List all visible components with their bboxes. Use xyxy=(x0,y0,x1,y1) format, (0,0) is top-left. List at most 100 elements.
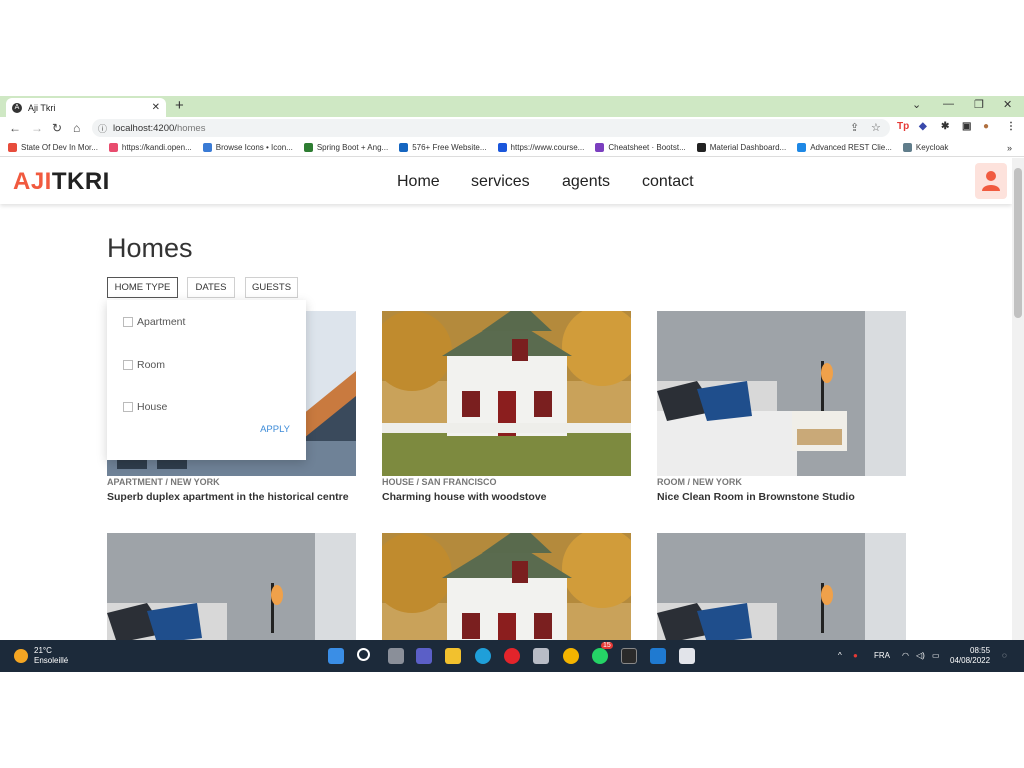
browser-tab[interactable]: A Aji Tkri ✕ xyxy=(6,98,166,117)
bookmark-item[interactable]: Browse Icons • Icon... xyxy=(202,143,293,152)
angular-icon: A xyxy=(12,102,22,113)
bookmark-item[interactable]: Material Dashboard... xyxy=(696,143,786,152)
option-room[interactable]: Room xyxy=(123,359,165,371)
listing-title[interactable]: Superb duplex apartment in the historica… xyxy=(107,491,349,503)
bookmark-label: State Of Dev In Mor... xyxy=(21,143,98,152)
bookmark-label: Keycloak xyxy=(915,143,949,152)
whatsapp-icon[interactable] xyxy=(592,648,608,664)
guests-filter-button[interactable]: GUESTS xyxy=(245,277,298,298)
teams-chat-icon[interactable] xyxy=(416,648,432,664)
listing-image[interactable] xyxy=(382,533,631,640)
bookmark-item[interactable]: https://kandi.open... xyxy=(108,143,192,152)
nav-agents[interactable]: agents xyxy=(562,173,610,191)
page-title: Homes xyxy=(107,233,193,263)
dates-filter-button[interactable]: DATES xyxy=(187,277,235,298)
task-view-icon[interactable] xyxy=(388,648,404,664)
option-apartment[interactable]: Apartment xyxy=(123,316,185,328)
listing-image[interactable] xyxy=(657,533,906,640)
listing-image[interactable] xyxy=(657,311,906,476)
bookmark-favicon-icon xyxy=(797,143,807,152)
url-path: homes xyxy=(176,122,206,134)
bookmark-favicon-icon xyxy=(303,143,313,152)
listing-image[interactable] xyxy=(107,533,356,640)
tray-app-icon[interactable]: ● xyxy=(853,651,858,660)
home-type-filter-button[interactable]: HOME TYPE xyxy=(107,277,178,298)
listing-title[interactable]: Charming house with woodstove xyxy=(382,491,547,503)
app-icon[interactable] xyxy=(533,648,549,664)
sun-icon xyxy=(14,649,28,663)
bookmark-label: Browse Icons • Icon... xyxy=(215,143,293,152)
url-input[interactable]: ⓘ localhost:4200/homes xyxy=(92,119,890,137)
bookmark-favicon-icon xyxy=(108,143,118,152)
option-house[interactable]: House xyxy=(123,401,167,413)
notifications-icon[interactable]: ◌ xyxy=(1002,651,1007,660)
site-info-icon[interactable]: ⓘ xyxy=(98,122,107,135)
bookmark-favicon-icon xyxy=(399,143,409,152)
nav-contact[interactable]: contact xyxy=(642,173,694,191)
chrome-icon[interactable] xyxy=(563,648,579,664)
tab-search-icon[interactable]: ⌄ xyxy=(912,98,921,111)
language-indicator[interactable]: FRA xyxy=(874,651,890,660)
reload-icon[interactable]: ↻ xyxy=(52,121,62,135)
temperature: 21°C xyxy=(34,646,52,655)
vscode-icon[interactable] xyxy=(650,648,666,664)
close-window-icon[interactable]: ✕ xyxy=(1003,98,1012,111)
volume-icon[interactable]: ◁) xyxy=(916,651,925,660)
edge-icon[interactable] xyxy=(475,648,491,664)
extensions-puzzle-icon[interactable]: ✱ xyxy=(941,121,949,132)
listing-meta: HOUSE / SAN FRANCISCO xyxy=(382,477,497,487)
bookmark-star-icon[interactable]: ☆ xyxy=(871,121,881,134)
tray-chevron-icon[interactable]: ^ xyxy=(838,651,842,660)
listing-title[interactable]: Nice Clean Room in Brownstone Studio xyxy=(657,491,855,503)
url-host: localhost:4200/ xyxy=(113,122,177,134)
page-scrollbar[interactable] xyxy=(1012,158,1024,640)
battery-icon[interactable]: ▭ xyxy=(932,651,940,660)
close-tab-icon[interactable]: ✕ xyxy=(152,102,160,113)
weather-widget[interactable]: 21°C Ensoleillé xyxy=(14,646,68,666)
snipping-tool-icon[interactable] xyxy=(679,648,695,664)
windows-start-icon[interactable] xyxy=(328,648,344,664)
bookmark-favicon-icon xyxy=(8,143,17,152)
back-icon[interactable]: ← xyxy=(9,121,21,135)
user-account-button[interactable] xyxy=(975,163,1007,199)
file-explorer-icon[interactable] xyxy=(445,648,461,664)
bookmark-item[interactable]: Spring Boot + Ang... xyxy=(303,143,388,152)
more-bookmarks-icon[interactable]: » xyxy=(1007,143,1012,153)
apply-button[interactable]: APPLY xyxy=(260,424,290,435)
bookmark-item[interactable]: Keycloak xyxy=(902,143,949,152)
minimize-icon[interactable]: — xyxy=(943,98,954,110)
site-logo[interactable]: AJITKRI xyxy=(13,168,110,196)
bookmark-item[interactable]: State Of Dev In Mor... xyxy=(8,143,98,152)
forward-icon[interactable]: → xyxy=(31,121,43,135)
home-icon[interactable]: ⌂ xyxy=(73,121,80,135)
bookmark-item[interactable]: Cheatsheet · Bootst... xyxy=(595,143,686,152)
bookmark-favicon-icon xyxy=(696,143,706,152)
bookmark-item[interactable]: https://www.course... xyxy=(497,143,584,152)
nav-home[interactable]: Home xyxy=(397,173,440,191)
side-panel-icon[interactable]: ▣ xyxy=(962,121,971,132)
extension-icon[interactable]: ◆ xyxy=(919,121,927,132)
wifi-icon[interactable]: ◠ xyxy=(902,651,909,660)
bookmark-item[interactable]: 576+ Free Website... xyxy=(399,143,487,152)
listing-meta: APARTMENT / NEW YORK xyxy=(107,477,220,487)
browser-menu-icon[interactable]: ⋮ xyxy=(1006,121,1016,132)
room-checkbox[interactable] xyxy=(123,360,133,370)
apartment-checkbox[interactable] xyxy=(123,317,133,327)
nav-services[interactable]: services xyxy=(471,173,530,191)
extension-tp-icon[interactable]: Tp xyxy=(897,121,909,132)
bookmark-item[interactable]: Advanced REST Clie... xyxy=(797,143,892,152)
new-tab-icon[interactable]: + xyxy=(175,97,184,114)
bookmark-favicon-icon xyxy=(902,143,912,152)
bookmark-favicon-icon xyxy=(202,143,212,152)
restore-icon[interactable]: ❐ xyxy=(974,98,984,111)
search-icon[interactable] xyxy=(357,648,370,661)
terminal-icon[interactable] xyxy=(621,648,637,664)
listing-image[interactable] xyxy=(382,311,631,476)
share-icon[interactable]: ⇪ xyxy=(850,121,859,134)
house-checkbox[interactable] xyxy=(123,402,133,412)
profile-avatar-icon[interactable]: ● xyxy=(983,121,989,132)
opera-icon[interactable] xyxy=(504,648,520,664)
scrollbar-thumb[interactable] xyxy=(1014,168,1022,318)
tab-title: Aji Tkri xyxy=(28,102,56,113)
system-clock[interactable]: 08:55 04/08/2022 xyxy=(950,646,990,666)
